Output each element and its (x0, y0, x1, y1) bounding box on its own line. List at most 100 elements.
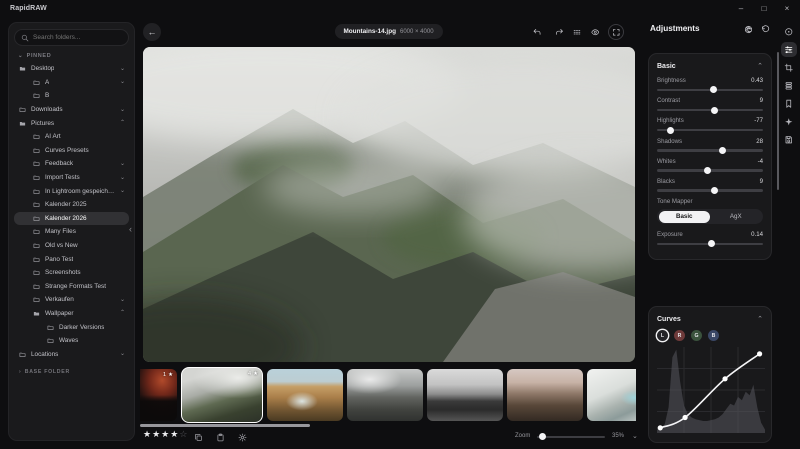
zoom-slider[interactable] (537, 436, 605, 439)
main-image-canvas[interactable] (143, 47, 635, 362)
sidebar-folder-import-tests[interactable]: Import Tests⌄ (14, 171, 129, 185)
sidebar-folder-curves-presets[interactable]: Curves Presets (14, 144, 129, 158)
close-icon[interactable]: × (780, 2, 794, 15)
thumbnail-paris-eiffel[interactable] (507, 369, 583, 421)
sidebar-folder-downloads[interactable]: Downloads⌄ (14, 103, 129, 117)
star-2-icon[interactable]: ★ (152, 430, 160, 439)
fullscreen-icon[interactable] (608, 24, 624, 40)
panel-scrollbar[interactable] (777, 52, 780, 190)
thumbnail-bw-skyline[interactable] (427, 369, 503, 421)
slider-knob[interactable] (711, 187, 718, 194)
chevron-up-icon[interactable]: ⌃ (120, 120, 125, 126)
pinned-section-header[interactable]: ⌄ PINNED (18, 53, 127, 59)
export-icon[interactable] (781, 132, 797, 147)
star-3-icon[interactable]: ★ (161, 430, 169, 439)
redo-icon[interactable] (551, 24, 567, 40)
chevron-down-icon[interactable]: ⌄ (120, 66, 125, 72)
paste-edits-icon[interactable] (214, 431, 227, 444)
sidebar-folder-old-vs-new[interactable]: Old vs New (14, 239, 129, 253)
sidebar-folder-wallpaper[interactable]: Wallpaper⌃ (14, 307, 129, 321)
thumbnail-city-red-sky[interactable]: 1★ (140, 369, 177, 421)
folder-label: Desktop (31, 65, 54, 72)
chevron-up-icon[interactable]: ⌃ (757, 62, 763, 70)
minimize-icon[interactable]: – (734, 2, 748, 15)
filmstrip-scrollbar[interactable] (140, 424, 310, 427)
sidebar-folder-many-files[interactable]: Many Files (14, 225, 129, 239)
curve-channel-g[interactable]: G (691, 330, 702, 341)
chevron-down-icon[interactable]: ⌄ (120, 175, 125, 181)
chevron-up-icon[interactable]: ⌃ (120, 310, 125, 316)
sidebar-folder-verkaufen[interactable]: Verkaufen⌄ (14, 293, 129, 307)
grid-overlay-icon[interactable] (569, 24, 585, 40)
star-1-icon[interactable]: ★ (143, 430, 151, 439)
sidebar-folder-pictures[interactable]: Pictures⌃ (14, 116, 129, 130)
sidebar-folder-locations[interactable]: Locations⌄ (14, 347, 129, 361)
sidebar-collapse-handle[interactable]: ‹ (129, 224, 132, 234)
slider-track[interactable] (657, 89, 763, 92)
curve-channel-l[interactable]: L (657, 330, 668, 341)
slider-track[interactable] (657, 169, 763, 172)
slider-knob[interactable] (711, 107, 718, 114)
crop-icon[interactable] (781, 60, 797, 75)
search-input[interactable] (33, 34, 122, 41)
maximize-icon[interactable]: □ (757, 2, 771, 15)
sidebar-folder-kalender-2026[interactable]: Kalender 2026 (14, 212, 129, 226)
slider-track[interactable] (657, 189, 763, 192)
metadata-icon[interactable] (781, 96, 797, 111)
slider-knob[interactable] (704, 167, 711, 174)
slider-knob[interactable] (708, 240, 715, 247)
sidebar-folder-feedback[interactable]: Feedback⌄ (14, 157, 129, 171)
curve-channel-b[interactable]: B (708, 330, 719, 341)
presets-icon[interactable] (781, 78, 797, 93)
sidebar-folder-pano-test[interactable]: Pano Test (14, 252, 129, 266)
thumbnail-glacier-snow[interactable] (587, 369, 636, 421)
chevron-down-icon[interactable]: ⌄ (120, 161, 125, 167)
star-5-icon[interactable]: ☆ (179, 430, 187, 439)
sidebar-folder-screenshots[interactable]: Screenshots (14, 266, 129, 280)
sidebar-folder-strange-formats-test[interactable]: Strange Formats Test (14, 280, 129, 294)
thumbnail-mountains-fog-selected[interactable]: 4★ (181, 367, 263, 423)
sidebar-folder-waves[interactable]: Waves (14, 334, 129, 348)
chevron-up-icon[interactable]: ⌃ (757, 315, 763, 323)
ai-icon[interactable] (781, 114, 797, 129)
chevron-down-icon[interactable]: ⌄ (120, 107, 125, 113)
undo-icon[interactable] (529, 24, 545, 40)
sidebar-folder-darker-versions[interactable]: Darker Versions (14, 320, 129, 334)
slider-track[interactable] (657, 109, 763, 112)
reset-adjustments-icon[interactable] (759, 23, 772, 36)
chevron-down-icon[interactable]: ⌄ (120, 351, 125, 357)
copy-edits-icon[interactable] (192, 431, 205, 444)
curve-editor[interactable] (657, 347, 765, 433)
slider-track[interactable] (657, 149, 763, 152)
slider-knob[interactable] (667, 127, 674, 134)
tone-mapper-option-basic[interactable]: Basic (659, 211, 711, 223)
base-folder-row[interactable]: › BASE FOLDER (19, 369, 127, 375)
settings-icon[interactable] (236, 431, 249, 444)
slider-knob[interactable] (719, 147, 726, 154)
search-folders-box[interactable] (14, 29, 129, 46)
back-button[interactable]: ← (143, 23, 161, 41)
slider-track[interactable] (657, 243, 763, 246)
masks-icon[interactable] (781, 24, 797, 39)
chevron-down-icon[interactable]: ⌄ (120, 188, 125, 194)
star-4-icon[interactable]: ★ (170, 430, 178, 439)
chevron-down-icon[interactable]: ⌄ (632, 432, 638, 440)
zoom-slider-knob[interactable] (539, 433, 546, 440)
slider-track[interactable] (657, 129, 763, 132)
adjustments-icon[interactable] (781, 42, 797, 57)
sidebar-folder-kalender-2025[interactable]: Kalender 2025 (14, 198, 129, 212)
sidebar-folder-b[interactable]: B (14, 89, 129, 103)
thumbnail-orange-valley[interactable] (267, 369, 343, 421)
sidebar-folder-ai-art[interactable]: AI Art (14, 130, 129, 144)
chevron-down-icon[interactable]: ⌄ (120, 79, 125, 85)
sidebar-folder-in-lightroom-gespeicherte[interactable]: In Lightroom gespeicherte …⌄ (14, 184, 129, 198)
tone-mapper-option-agx[interactable]: AgX (710, 211, 762, 223)
curve-channel-r[interactable]: R (674, 330, 685, 341)
sidebar-folder-a[interactable]: A⌄ (14, 76, 129, 90)
chevron-down-icon[interactable]: ⌄ (120, 297, 125, 303)
slider-knob[interactable] (710, 86, 717, 93)
auto-adjustments-icon[interactable] (742, 23, 755, 36)
sidebar-folder-desktop[interactable]: Desktop ⌄ (14, 62, 129, 76)
preview-original-icon[interactable] (587, 24, 603, 40)
thumbnail-rugged-peaks[interactable] (347, 369, 423, 421)
